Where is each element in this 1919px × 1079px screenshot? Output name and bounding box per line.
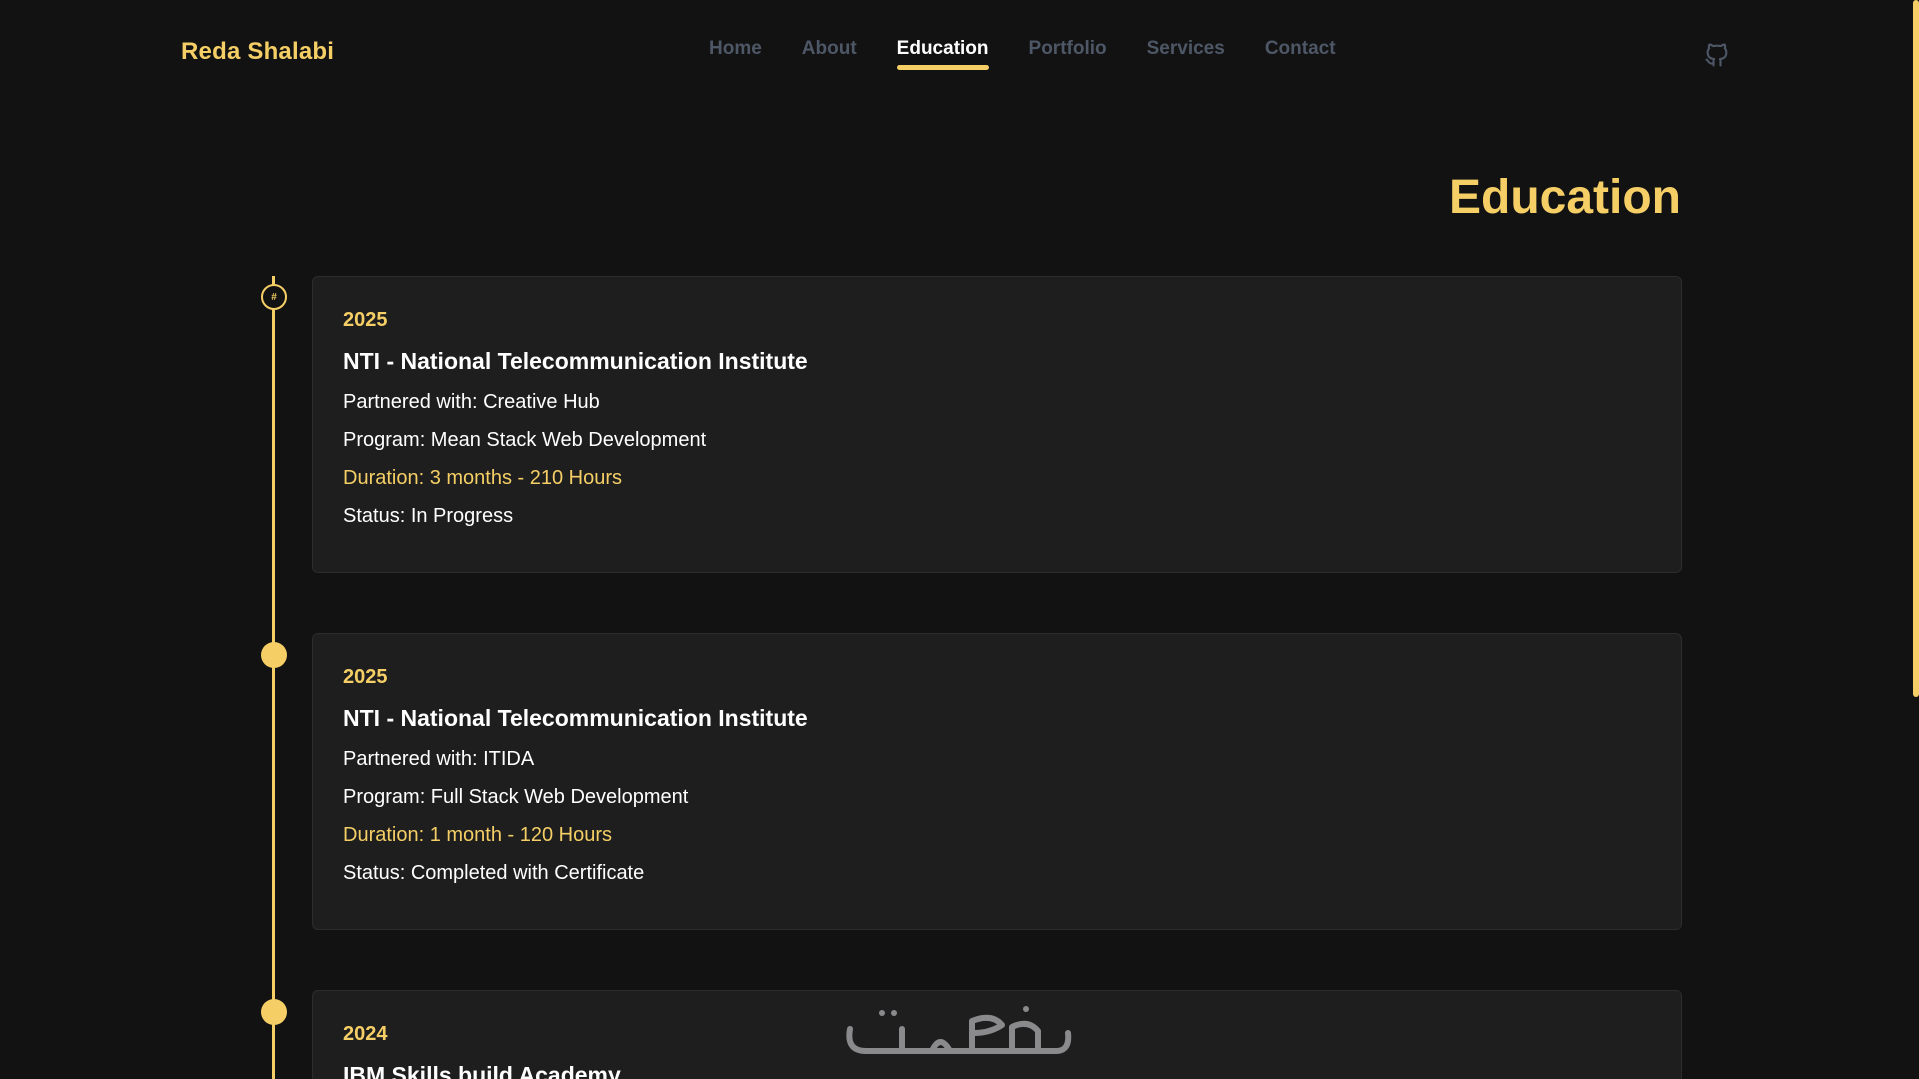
nav-link-contact[interactable]: Contact: [1265, 38, 1336, 70]
timeline-dot: [261, 642, 287, 668]
education-partner: Partnered with: Creative Hub: [343, 391, 600, 413]
education-partner: Partnered with: ITIDA: [343, 748, 535, 770]
github-icon[interactable]: [1703, 40, 1731, 70]
education-status: Status: In Progress: [343, 505, 514, 527]
education-program: Program: Full Stack Web Development: [343, 786, 689, 808]
brand-logo[interactable]: Reda Shalabi: [181, 38, 334, 66]
nav-link-home[interactable]: Home: [709, 38, 762, 70]
timeline-line: [272, 276, 275, 1079]
watermark-logo: [846, 1006, 1072, 1054]
timeline-dot: [261, 999, 287, 1025]
nav-links: Home About Education Portfolio Services …: [709, 38, 1336, 70]
navbar: Reda Shalabi Home About Education Portfo…: [0, 0, 1919, 100]
education-status: Status: Completed with Certificate: [343, 862, 645, 884]
education-institute: IBM Skills build Academy: [343, 1062, 621, 1079]
education-card: 2025 NTI - National Telecommunication In…: [312, 276, 1682, 573]
education-year: 2025: [343, 309, 388, 331]
education-institute: NTI - National Telecommunication Institu…: [343, 705, 808, 731]
education-institute: NTI - National Telecommunication Institu…: [343, 348, 808, 374]
nav-link-about[interactable]: About: [802, 38, 857, 70]
education-program: Program: Mean Stack Web Development: [343, 429, 707, 451]
nav-link-services[interactable]: Services: [1147, 38, 1225, 70]
nav-link-portfolio[interactable]: Portfolio: [1029, 38, 1107, 70]
education-card: 2025 NTI - National Telecommunication In…: [312, 633, 1682, 930]
education-duration: Duration: 1 month - 120 Hours: [343, 824, 613, 846]
scrollbar-thumb[interactable]: [1913, 0, 1919, 697]
education-year: 2025: [343, 666, 388, 688]
section-title: Education: [1448, 171, 1681, 224]
page: Reda Shalabi Home About Education Portfo…: [0, 0, 1919, 1079]
nav-link-education[interactable]: Education: [896, 38, 989, 70]
timeline-dot: #: [261, 284, 287, 310]
education-duration: Duration: 3 months - 210 Hours: [343, 467, 623, 489]
